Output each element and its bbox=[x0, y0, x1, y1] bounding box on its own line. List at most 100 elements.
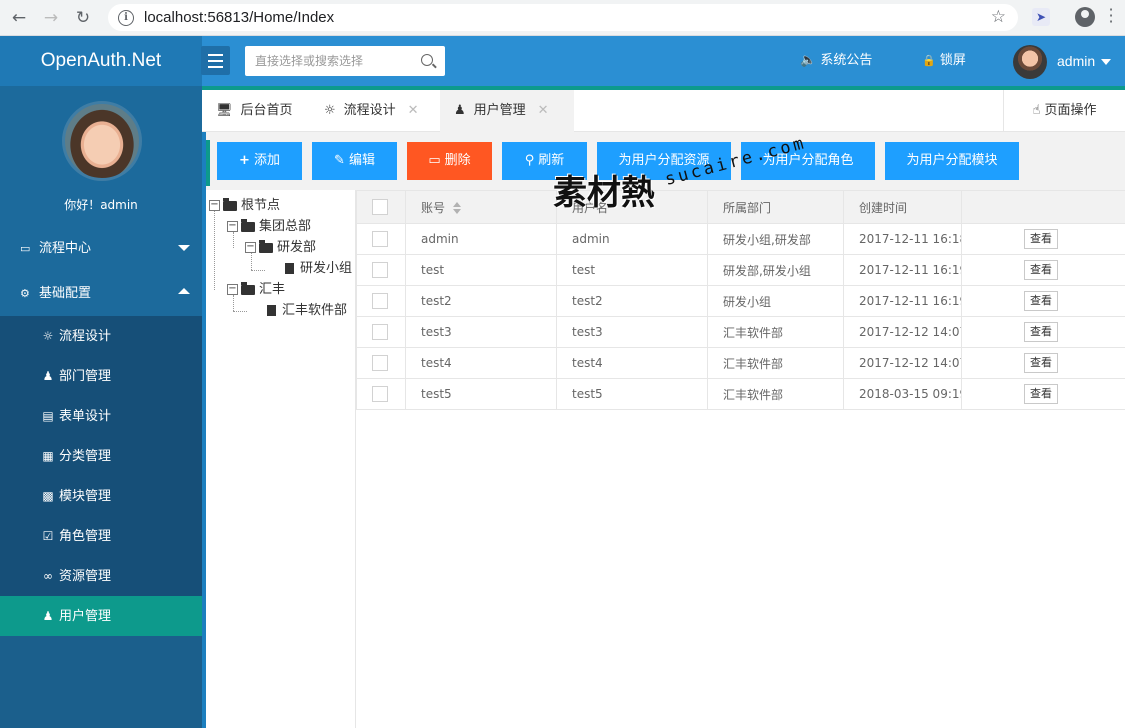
table-row[interactable]: test test 研发部,研发小组 2017-12-11 16:19:0 查看 bbox=[356, 254, 1125, 286]
bookmark-star-icon[interactable]: ☆ bbox=[991, 7, 1006, 27]
sidebar-group-basic-config[interactable]: ⚙ 基础配置 bbox=[0, 271, 202, 316]
edit-button[interactable]: ✎ 编辑 bbox=[312, 142, 397, 180]
sidebar-item-form-design[interactable]: ▤ 表单设计 bbox=[0, 396, 202, 436]
table-row[interactable]: test5 test5 汇丰软件部 2018-03-15 09:19:0 查看 bbox=[356, 378, 1125, 410]
tree-node-label: 汇丰软件部 bbox=[282, 303, 348, 318]
close-icon[interactable]: ✕ bbox=[538, 103, 549, 118]
cell-username: test5 bbox=[556, 378, 708, 410]
tree-node-label: 研发小组 bbox=[300, 261, 353, 276]
sidebar-item-label: 用户管理 bbox=[59, 609, 112, 624]
sidebar-item-category[interactable]: ▦ 分类管理 bbox=[0, 436, 202, 476]
tab-user-management[interactable]: ♟ 用户管理 ✕ bbox=[440, 90, 574, 132]
delete-button[interactable]: ▭ 删除 bbox=[407, 142, 492, 180]
lock-button[interactable]: 🔒 锁屏 bbox=[922, 36, 966, 86]
forward-arrow-icon[interactable]: → bbox=[38, 5, 64, 31]
view-button[interactable]: 查看 bbox=[1024, 353, 1058, 373]
row-checkbox[interactable] bbox=[372, 231, 388, 247]
tree-node-root[interactable]: − 根节点 bbox=[209, 195, 280, 216]
plus-icon: + bbox=[239, 153, 250, 168]
sidebar-item-role[interactable]: ☑ 角色管理 bbox=[0, 516, 202, 556]
row-checkbox[interactable] bbox=[372, 324, 388, 340]
tree-node-hf-sub[interactable]: 汇丰软件部 bbox=[267, 300, 347, 321]
table-row[interactable]: admin admin 研发小组,研发部 2017-12-11 16:18:5 … bbox=[356, 223, 1125, 255]
speaker-icon: 🔈 bbox=[800, 53, 817, 68]
tree-node-rd-sub[interactable]: 研发小组 bbox=[285, 258, 352, 279]
watermark: 素材熱 sucaire.com bbox=[553, 133, 809, 225]
user-menu[interactable]: admin bbox=[1057, 36, 1112, 86]
sidebar-group-flow-center[interactable]: ▭ 流程中心 bbox=[0, 226, 202, 271]
address-bar[interactable]: i localhost:56813/Home/Index ☆ bbox=[108, 4, 1018, 31]
row-checkbox[interactable] bbox=[372, 262, 388, 278]
user-icon: ♟ bbox=[42, 609, 54, 623]
page-actions-label: 页面操作 bbox=[1044, 103, 1097, 118]
tab-bar: 🖥 后台首页 ☼ 流程设计 ✕ ♟ 用户管理 ✕ ☝ 页面操作 bbox=[202, 90, 1125, 132]
search-icon[interactable] bbox=[421, 54, 433, 66]
trash-icon: ▭ bbox=[428, 153, 441, 168]
cell-department: 研发小组 bbox=[707, 285, 844, 317]
column-header-account[interactable]: 账号 bbox=[405, 190, 557, 224]
sidebar-item-resource[interactable]: ∞ 资源管理 bbox=[0, 556, 202, 596]
sidebar-item-label: 资源管理 bbox=[59, 569, 112, 584]
collapse-icon[interactable]: − bbox=[209, 200, 220, 211]
browser-menu-icon[interactable]: · · · bbox=[1108, 2, 1114, 30]
notice-button[interactable]: 🔈 系统公告 bbox=[800, 36, 872, 86]
sort-icon[interactable] bbox=[453, 202, 462, 214]
select-all-checkbox[interactable] bbox=[372, 199, 388, 215]
sidebar-item-label: 分类管理 bbox=[59, 449, 112, 464]
row-checkbox[interactable] bbox=[372, 355, 388, 371]
tree-node-label: 汇丰 bbox=[259, 282, 286, 297]
logo[interactable]: OpenAuth.Net bbox=[0, 36, 202, 86]
view-button[interactable]: 查看 bbox=[1024, 229, 1058, 249]
assign-module-button[interactable]: 为用户分配模块 bbox=[885, 142, 1019, 180]
view-button[interactable]: 查看 bbox=[1024, 291, 1058, 311]
group-label: 流程中心 bbox=[39, 241, 92, 256]
sidebar-item-user[interactable]: ♟ 用户管理 bbox=[0, 596, 202, 636]
tree-node-rd[interactable]: − 研发部 bbox=[245, 237, 316, 258]
view-button[interactable]: 查看 bbox=[1024, 384, 1058, 404]
tree-node-group[interactable]: − 集团总部 bbox=[227, 216, 311, 237]
back-arrow-icon[interactable]: ← bbox=[6, 5, 32, 31]
sidebar-item-flow-design[interactable]: ☼ 流程设计 bbox=[0, 316, 202, 356]
url-text: localhost:56813/Home/Index bbox=[144, 9, 335, 26]
cell-account: test4 bbox=[405, 347, 557, 379]
sidebar-item-module[interactable]: ▩ 模块管理 bbox=[0, 476, 202, 516]
add-button[interactable]: + 添加 bbox=[217, 142, 302, 180]
search-input[interactable] bbox=[245, 46, 445, 76]
info-icon[interactable]: i bbox=[118, 9, 134, 26]
column-header-actions bbox=[961, 190, 1125, 224]
row-checkbox[interactable] bbox=[372, 386, 388, 402]
tab-label: 流程设计 bbox=[343, 103, 396, 118]
file-icon bbox=[267, 305, 276, 316]
submenu: ☼ 流程设计 ♟ 部门管理 ▤ 表单设计 ▦ 分类管理 ▩ 模块管理 ☑ 角色管理 ∞ 资源管… bbox=[0, 316, 202, 636]
link-icon: ∞ bbox=[43, 569, 53, 583]
menu-toggle-icon[interactable] bbox=[201, 46, 230, 75]
form-icon: ▤ bbox=[42, 409, 54, 423]
tab-label: 后台首页 bbox=[240, 103, 293, 118]
page-actions-button[interactable]: ☝ 页面操作 bbox=[1003, 90, 1125, 132]
sidebar-item-department[interactable]: ♟ 部门管理 bbox=[0, 356, 202, 396]
avatar[interactable] bbox=[1013, 45, 1047, 79]
extension-icon[interactable]: ➤ bbox=[1032, 8, 1050, 26]
tab-home[interactable]: 🖥 后台首页 bbox=[202, 90, 310, 132]
collapse-icon[interactable]: − bbox=[245, 242, 256, 253]
tree-node-hf[interactable]: − 汇丰 bbox=[227, 279, 285, 300]
sidebar-item-label: 表单设计 bbox=[59, 409, 112, 424]
tab-flow-design[interactable]: ☼ 流程设计 ✕ bbox=[310, 90, 440, 132]
cell-username: admin bbox=[556, 223, 708, 255]
row-checkbox[interactable] bbox=[372, 293, 388, 309]
column-header-created: 创建时间 bbox=[843, 190, 962, 224]
table-row[interactable]: test2 test2 研发小组 2017-12-11 16:19:0 查看 bbox=[356, 285, 1125, 317]
profile-icon[interactable] bbox=[1075, 7, 1095, 27]
view-button[interactable]: 查看 bbox=[1024, 322, 1058, 342]
collapse-icon[interactable]: − bbox=[227, 221, 238, 232]
cell-created: 2017-12-12 14:07:1 bbox=[843, 347, 962, 379]
collapse-icon[interactable]: − bbox=[227, 284, 238, 295]
add-label: 添加 bbox=[253, 153, 280, 168]
table-row[interactable]: test4 test4 汇丰软件部 2017-12-12 14:07:1 查看 bbox=[356, 347, 1125, 379]
monitor-icon: 🖥 bbox=[216, 103, 233, 118]
view-button[interactable]: 查看 bbox=[1024, 260, 1058, 280]
close-icon[interactable]: ✕ bbox=[408, 103, 419, 118]
reload-icon[interactable]: ↻ bbox=[70, 5, 96, 31]
select-all-cell bbox=[356, 190, 406, 224]
table-row[interactable]: test3 test3 汇丰软件部 2017-12-12 14:07:0 查看 bbox=[356, 316, 1125, 348]
